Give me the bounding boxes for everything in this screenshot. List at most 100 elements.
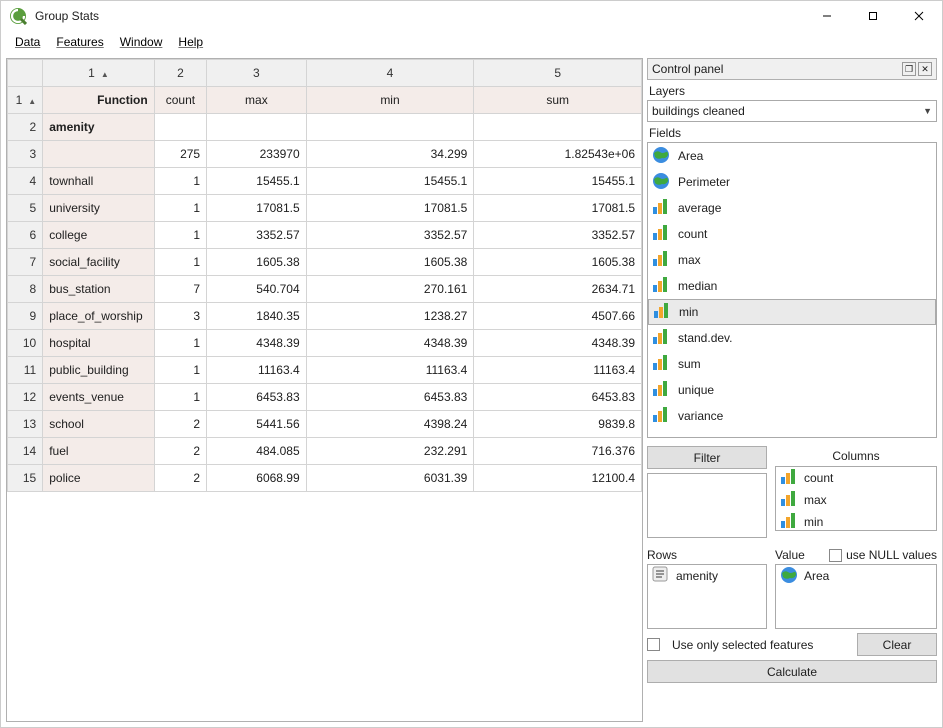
cell[interactable]: 275	[154, 141, 206, 168]
row-label[interactable]	[43, 141, 155, 168]
row-label[interactable]: fuel	[43, 438, 155, 465]
col-header-4[interactable]: 4	[306, 60, 474, 87]
row-label[interactable]: college	[43, 222, 155, 249]
cell[interactable]: 11163.4	[207, 357, 307, 384]
cell[interactable]: 1840.35	[207, 303, 307, 330]
cell[interactable]: 2634.71	[474, 276, 642, 303]
use-null-checkbox[interactable]	[829, 549, 842, 562]
menu-window[interactable]: Window	[112, 33, 171, 51]
row-label[interactable]: public_building	[43, 357, 155, 384]
cell[interactable]: 5441.56	[207, 411, 307, 438]
cell[interactable]: 34.299	[306, 141, 474, 168]
cell[interactable]: 15455.1	[207, 168, 307, 195]
menu-data[interactable]: Data	[7, 33, 48, 51]
rows-item[interactable]: amenity	[648, 565, 766, 587]
cell[interactable]: 9839.8	[474, 411, 642, 438]
row-header[interactable]: 10	[8, 330, 43, 357]
cell[interactable]: 1	[154, 222, 206, 249]
cell[interactable]: 484.085	[207, 438, 307, 465]
cell[interactable]: 540.704	[207, 276, 307, 303]
cell[interactable]: 1	[154, 357, 206, 384]
cell[interactable]: 4348.39	[207, 330, 307, 357]
cell[interactable]: 17081.5	[207, 195, 307, 222]
row-header[interactable]: 7	[8, 249, 43, 276]
cell[interactable]: 6031.39	[306, 465, 474, 492]
cell[interactable]: 1605.38	[474, 249, 642, 276]
cell[interactable]: 1605.38	[306, 249, 474, 276]
row-label[interactable]: hospital	[43, 330, 155, 357]
row-label[interactable]: townhall	[43, 168, 155, 195]
menu-help[interactable]: Help	[170, 33, 211, 51]
filter-box[interactable]	[647, 473, 767, 538]
fields-list-item[interactable]: stand.dev.	[648, 325, 936, 351]
function-label[interactable]: Function	[43, 87, 155, 114]
cell[interactable]: 1	[154, 195, 206, 222]
cell[interactable]: 7	[154, 276, 206, 303]
cell[interactable]: 232.291	[306, 438, 474, 465]
cell[interactable]: 4398.24	[306, 411, 474, 438]
menu-features[interactable]: Features	[48, 33, 111, 51]
cell[interactable]: 270.161	[306, 276, 474, 303]
cell[interactable]: 17081.5	[306, 195, 474, 222]
cell[interactable]: 17081.5	[474, 195, 642, 222]
clear-button[interactable]: Clear	[857, 633, 937, 656]
corner-cell[interactable]	[8, 60, 43, 87]
row-label[interactable]: university	[43, 195, 155, 222]
cell[interactable]: 4507.66	[474, 303, 642, 330]
panel-restore-button[interactable]: ❐	[902, 62, 916, 76]
func-count[interactable]: count	[154, 87, 206, 114]
close-button[interactable]	[896, 1, 942, 31]
cell[interactable]: 1	[154, 384, 206, 411]
fields-list-item[interactable]: Area	[648, 143, 936, 169]
cell[interactable]: 3	[154, 303, 206, 330]
row-label[interactable]: social_facility	[43, 249, 155, 276]
value-item[interactable]: Area	[776, 565, 936, 587]
cell[interactable]: 1	[154, 330, 206, 357]
calculate-button[interactable]: Calculate	[647, 660, 937, 683]
cell[interactable]: 6453.83	[474, 384, 642, 411]
cell[interactable]: 4348.39	[306, 330, 474, 357]
row-header[interactable]: 11	[8, 357, 43, 384]
row-label[interactable]: events_venue	[43, 384, 155, 411]
fields-list-item[interactable]: max	[648, 247, 936, 273]
row-header[interactable]: 8	[8, 276, 43, 303]
fields-list-item[interactable]: median	[648, 273, 936, 299]
row-header[interactable]: 9	[8, 303, 43, 330]
cell[interactable]: 1.82543e+06	[474, 141, 642, 168]
cell[interactable]: 2	[154, 465, 206, 492]
col-header-5[interactable]: 5	[474, 60, 642, 87]
columns-item[interactable]: count	[776, 467, 936, 489]
cell[interactable]: 11163.4	[306, 357, 474, 384]
row-header[interactable]: 13	[8, 411, 43, 438]
cell[interactable]: 1	[154, 168, 206, 195]
fields-list-item[interactable]: unique	[648, 377, 936, 403]
fields-list-item[interactable]: variance	[648, 403, 936, 429]
row-label[interactable]: bus_station	[43, 276, 155, 303]
col-header-3[interactable]: 3	[207, 60, 307, 87]
rows-box[interactable]: amenity	[647, 564, 767, 629]
row-header[interactable]: 3	[8, 141, 43, 168]
row-header-1[interactable]: 1▲	[8, 87, 43, 114]
row-label[interactable]: place_of_worship	[43, 303, 155, 330]
cell[interactable]: 4348.39	[474, 330, 642, 357]
cell[interactable]: 2	[154, 438, 206, 465]
value-box[interactable]: Area	[775, 564, 937, 629]
row-header[interactable]: 15	[8, 465, 43, 492]
cell[interactable]: 1	[154, 249, 206, 276]
cell[interactable]: 2	[154, 411, 206, 438]
group-header[interactable]: amenity	[43, 114, 155, 141]
cell[interactable]: 3352.57	[207, 222, 307, 249]
fields-list-item[interactable]: average	[648, 195, 936, 221]
func-min[interactable]: min	[306, 87, 474, 114]
cell[interactable]: 716.376	[474, 438, 642, 465]
fields-list-item[interactable]: sum	[648, 351, 936, 377]
col-header-1[interactable]: 1▲	[43, 60, 155, 87]
row-label[interactable]: police	[43, 465, 155, 492]
row-header[interactable]: 12	[8, 384, 43, 411]
func-max[interactable]: max	[207, 87, 307, 114]
cell[interactable]: 11163.4	[474, 357, 642, 384]
filter-button[interactable]: Filter	[647, 446, 767, 469]
cell[interactable]: 12100.4	[474, 465, 642, 492]
cell[interactable]: 3352.57	[306, 222, 474, 249]
maximize-button[interactable]	[850, 1, 896, 31]
